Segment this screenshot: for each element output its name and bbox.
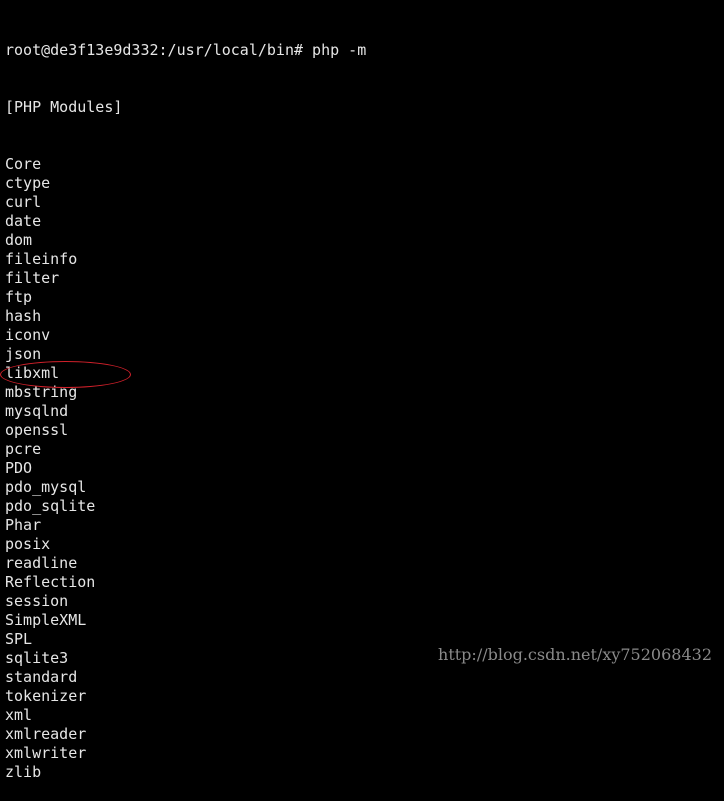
module-item: curl: [5, 193, 42, 211]
module-item: readline: [5, 554, 78, 572]
module-item: pdo_sqlite: [5, 497, 96, 515]
module-item: xmlwriter: [5, 744, 87, 762]
module-list: Core ctype curl date dom fileinfo filter ftp has…: [5, 155, 366, 782]
module-item: standard: [5, 668, 78, 686]
module-item: pdo_mysql: [5, 478, 87, 496]
terminal-output: root@de3f13e9d332:/usr/local/bin# php -m…: [5, 3, 366, 801]
module-item: Phar: [5, 516, 42, 534]
module-item: openssl: [5, 421, 69, 439]
module-item: PDO: [5, 459, 33, 477]
module-item: iconv: [5, 326, 51, 344]
module-item: ftp: [5, 288, 33, 306]
module-item: Core: [5, 155, 42, 173]
module-item: session: [5, 592, 69, 610]
module-item: xml: [5, 706, 33, 724]
module-item: pcre: [5, 440, 42, 458]
module-item: SPL: [5, 630, 33, 648]
module-item: SimpleXML: [5, 611, 87, 629]
module-item: fileinfo: [5, 250, 78, 268]
watermark: http://blog.csdn.net/xy752068432: [438, 645, 712, 664]
module-item: zlib: [5, 763, 42, 781]
module-item: Reflection: [5, 573, 96, 591]
highlight-ellipse: [0, 361, 131, 388]
module-item: mysqlnd: [5, 402, 69, 420]
module-item: dom: [5, 231, 33, 249]
module-item: ctype: [5, 174, 51, 192]
module-item: filter: [5, 269, 60, 287]
module-item: sqlite3: [5, 649, 69, 667]
modules-header: [PHP Modules]: [5, 98, 123, 116]
module-item: date: [5, 212, 42, 230]
command-line: root@de3f13e9d332:/usr/local/bin# php -m: [5, 41, 367, 59]
module-item: hash: [5, 307, 42, 325]
module-item: xmlreader: [5, 725, 87, 743]
module-item: tokenizer: [5, 687, 87, 705]
module-item: posix: [5, 535, 51, 553]
